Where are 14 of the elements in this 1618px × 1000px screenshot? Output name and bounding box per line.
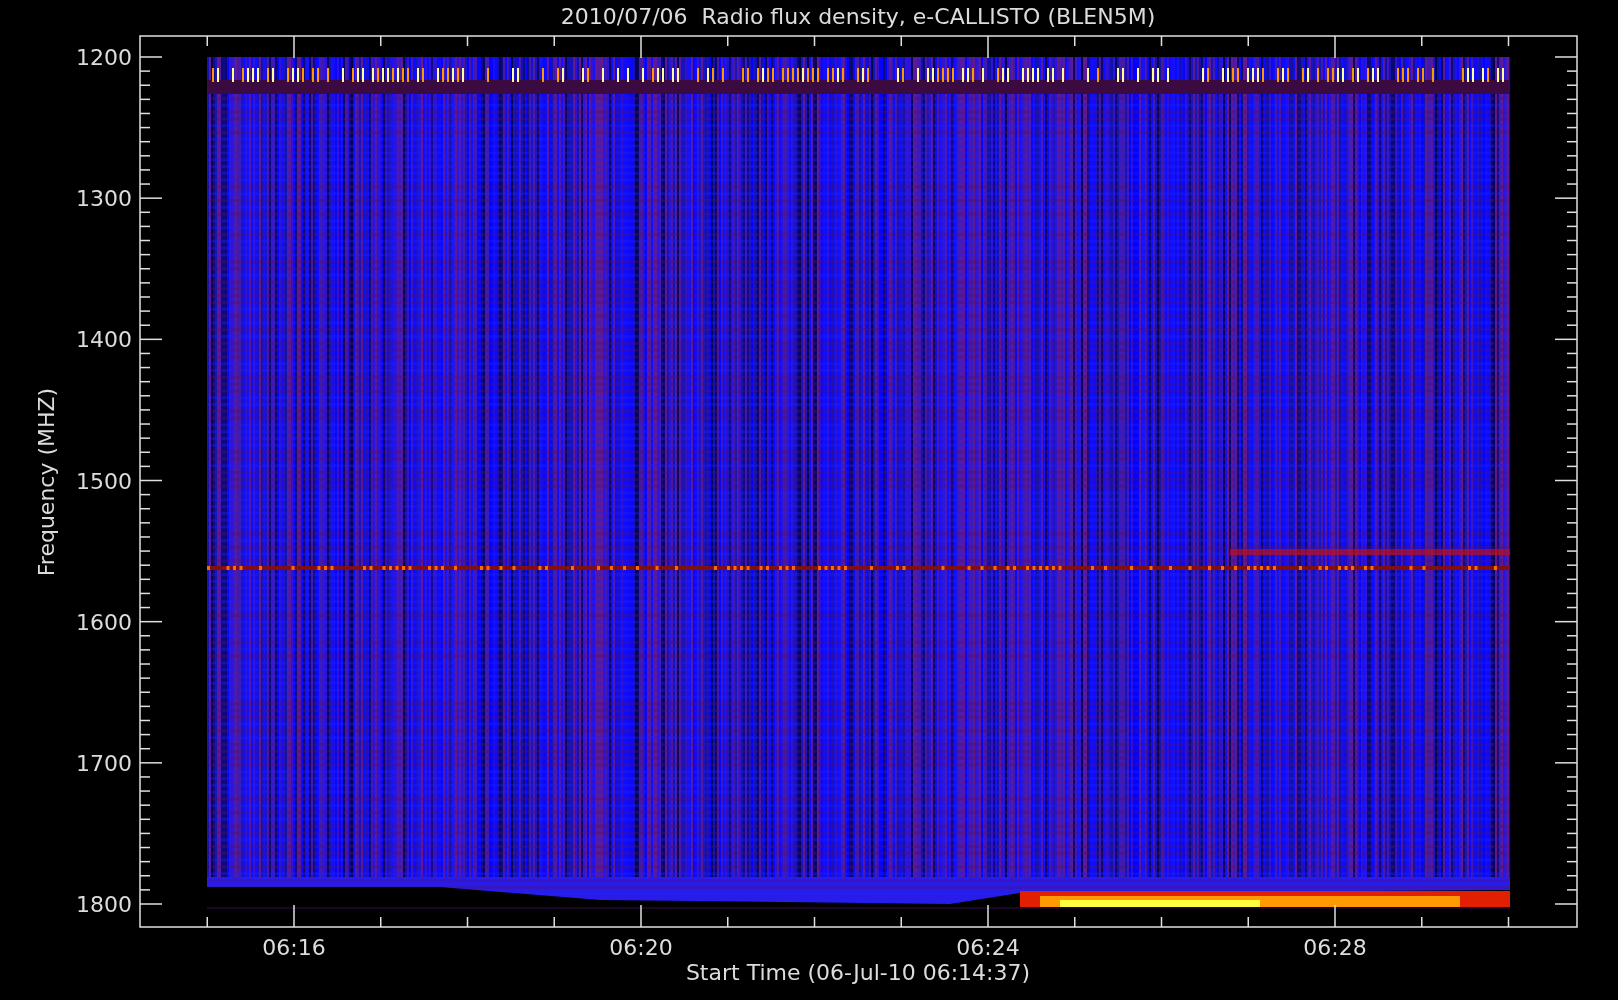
x-tick-label: 06:16 — [262, 935, 326, 960]
x-axis-label: Start Time (06-Jul-10 06:14:37) — [685, 960, 1031, 985]
y-tick-label: 1400 — [76, 327, 132, 353]
y-tick-label: 1200 — [76, 45, 132, 70]
x-tick-label: 06:24 — [956, 935, 1020, 960]
y-tick-label: 1700 — [76, 750, 132, 776]
y-tick-label: 1500 — [76, 468, 132, 494]
y-axis-label: Frequency (MHZ) — [34, 387, 59, 577]
x-tick-label: 06:20 — [609, 935, 673, 960]
y-tick-label: 1600 — [76, 609, 132, 635]
x-tick-label: 06:28 — [1303, 935, 1367, 960]
y-tick-label: 1300 — [76, 186, 132, 212]
y-tick-label: 1800 — [76, 892, 132, 917]
chart-title: 2010/07/06 Radio flux density, e-CALLISTO (BLEN5M) — [560, 4, 1156, 29]
